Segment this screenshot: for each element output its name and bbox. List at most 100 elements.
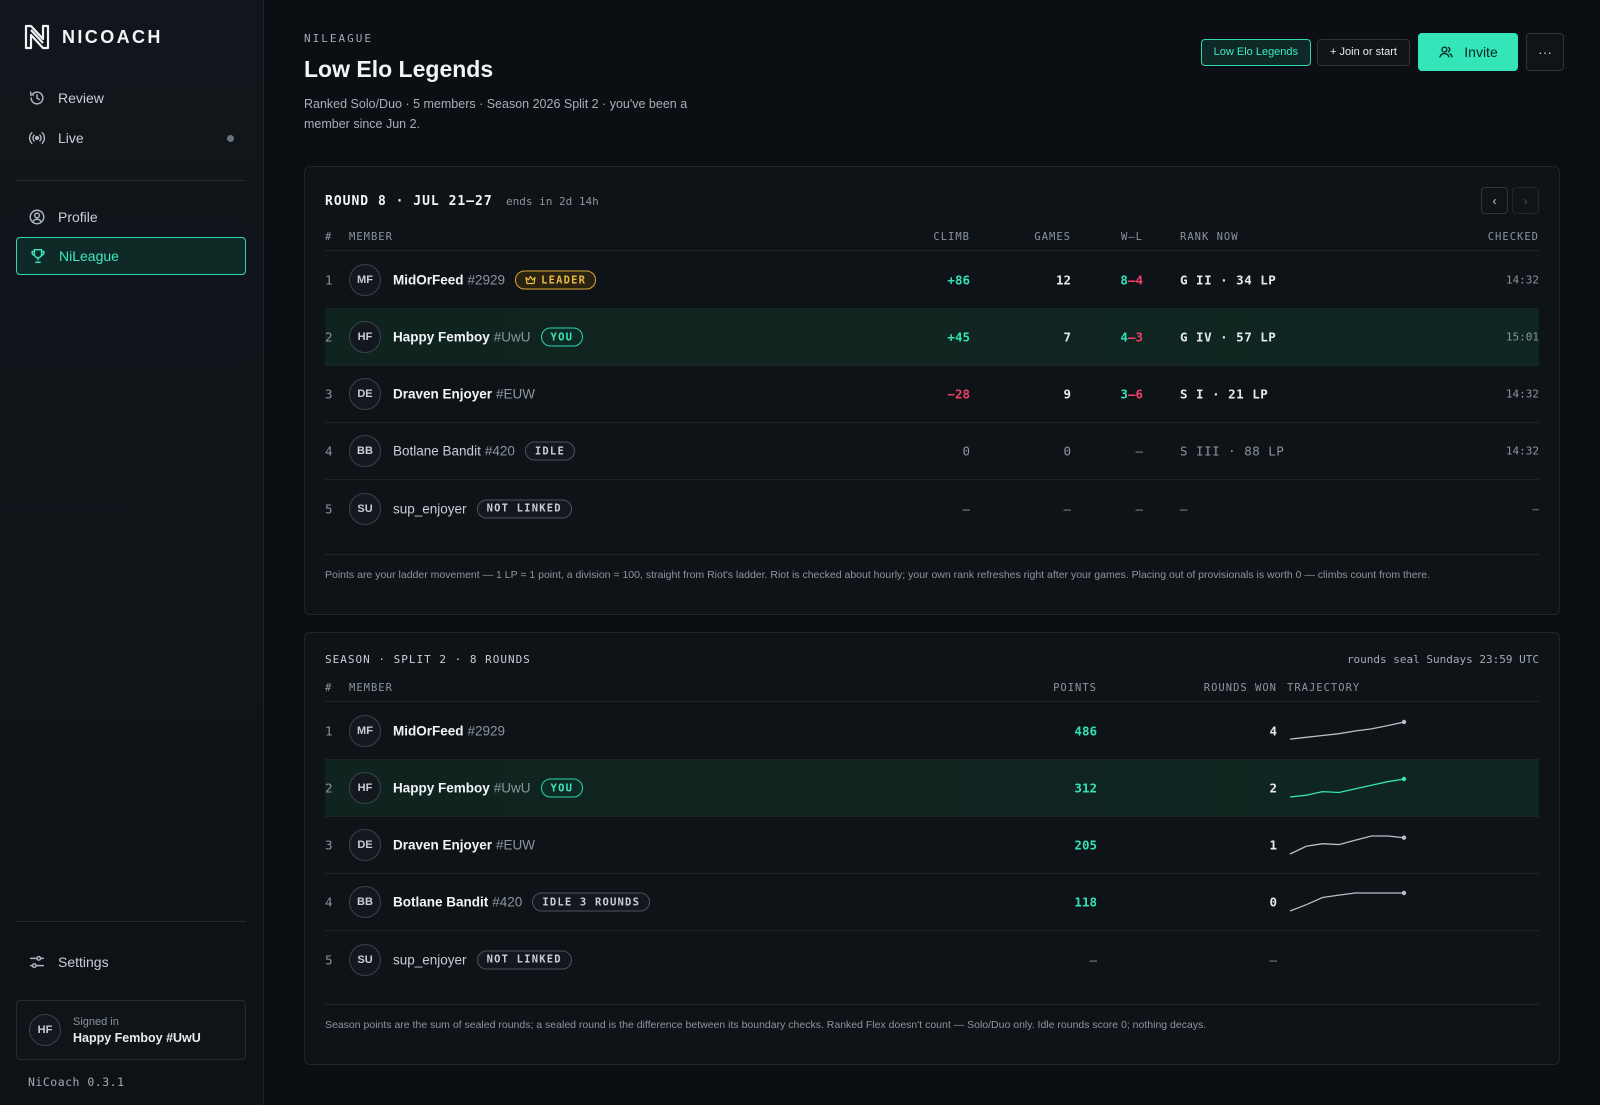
you-badge: YOU xyxy=(540,778,584,798)
trajectory-sparkline xyxy=(1289,890,1407,912)
round-footnote: Points are your ladder movement — 1 LP =… xyxy=(325,554,1539,581)
avatar: DE xyxy=(349,378,381,410)
member-name: MidOrFeed xyxy=(393,272,464,288)
member-tag: #UwU xyxy=(493,329,531,345)
member-tag: #EUW xyxy=(496,386,536,402)
round-table-header: # MEMBER CLIMB GAMES W–L RANK NOW CHECKE… xyxy=(325,231,1539,251)
member-name: Happy Femboy xyxy=(393,780,490,796)
table-row[interactable]: 3 DE Draven Enjoyer #EUW 205 1 xyxy=(325,817,1539,874)
avatar: HF xyxy=(349,772,381,804)
games-value: 12 xyxy=(1055,272,1071,288)
brand[interactable]: NICOACH xyxy=(24,24,163,50)
member-cell: MidOrFeed #2929 xyxy=(393,724,505,739)
column-header-trajectory: TRAJECTORY xyxy=(1287,682,1361,694)
column-header-rank: # xyxy=(325,682,333,694)
column-header-games: GAMES xyxy=(1034,231,1071,243)
table-row-current-user[interactable]: 2 HF Happy Femboy #UwU YOU 312 2 xyxy=(325,760,1539,817)
previous-round-button[interactable]: ‹ xyxy=(1481,187,1508,214)
column-header-member: MEMBER xyxy=(349,682,393,694)
sidebar-item-profile[interactable]: Profile xyxy=(16,198,246,236)
wl-separator: – xyxy=(1127,329,1136,345)
live-status-dot xyxy=(227,134,234,142)
app-version: NiCoach 0.3.1 xyxy=(28,1075,125,1089)
season-footnote: Season points are the sum of sealed roun… xyxy=(325,1004,1539,1031)
member-name: sup_enjoyer xyxy=(393,952,467,967)
nicoach-logo-icon xyxy=(24,24,50,50)
sparkline-path xyxy=(1289,778,1405,798)
sidebar-item-live[interactable]: Live xyxy=(16,119,246,157)
games-value: 0 xyxy=(1063,443,1071,459)
next-round-button[interactable]: › xyxy=(1512,187,1539,214)
wins-value: 3 xyxy=(1120,386,1128,402)
table-row[interactable]: 5 SU sup_enjoyer NOT LINKED – – xyxy=(325,931,1539,988)
rounds-won-value: 4 xyxy=(1269,723,1277,739)
member-cell: Botlane Bandit #420 IDLE xyxy=(393,441,575,461)
member-tag: #420 xyxy=(484,443,515,459)
table-row[interactable]: 1 MF MidOrFeed #2929 LEADER +86 12 8–4 G… xyxy=(325,252,1539,309)
join-or-start-button[interactable]: + Join or start xyxy=(1317,38,1410,66)
column-header-member: MEMBER xyxy=(349,231,393,243)
invite-button[interactable]: Invite xyxy=(1418,33,1518,71)
climb-value: +45 xyxy=(947,329,970,345)
avatar: SU xyxy=(349,492,381,525)
member-name: Draven Enjoyer xyxy=(393,837,493,853)
table-row[interactable]: 3 DE Draven Enjoyer #EUW −28 9 3–6 S I ·… xyxy=(325,366,1539,423)
column-header-wl: W–L xyxy=(1121,231,1143,243)
checked-time: 15:01 xyxy=(1505,330,1539,344)
row-rank: 5 xyxy=(325,952,333,967)
points-value: 312 xyxy=(1074,780,1097,796)
table-row-current-user[interactable]: 2 HF Happy Femboy #UwU YOU +45 7 4–3 G I… xyxy=(325,309,1539,366)
avatar: BB xyxy=(349,435,381,467)
table-row[interactable]: 5 SU sup_enjoyer NOT LINKED – – – – – xyxy=(325,480,1539,537)
wl-separator: – xyxy=(1127,386,1136,402)
page-eyebrow: NILEAGUE xyxy=(304,32,373,45)
header-actions: Low Elo Legends + Join or start Invite ·… xyxy=(1200,33,1564,71)
sliders-icon xyxy=(29,955,45,969)
column-header-rank: # xyxy=(325,231,333,243)
points-value: 118 xyxy=(1074,894,1097,910)
page-title: Low Elo Legends xyxy=(304,56,494,82)
sidebar-item-label: NiLeague xyxy=(59,248,119,264)
round-panel: ROUND 8 · JUL 21–27 ends in 2d 14h ‹ › #… xyxy=(304,166,1560,615)
wins-value: 8 xyxy=(1120,272,1128,288)
sparkline-end-point xyxy=(1401,776,1407,782)
rounds-won-value: 2 xyxy=(1269,780,1277,796)
sidebar-item-review[interactable]: Review xyxy=(16,79,246,117)
sidebar-item-nileague[interactable]: NiLeague xyxy=(16,237,246,275)
row-rank: 5 xyxy=(325,501,333,516)
sidebar-item-settings[interactable]: Settings xyxy=(16,943,246,981)
row-rank: 2 xyxy=(325,329,333,345)
win-loss-value: – xyxy=(1135,501,1143,516)
more-options-button[interactable]: ··· xyxy=(1526,33,1564,71)
climb-value: +86 xyxy=(947,272,970,288)
table-row[interactable]: 4 BB Botlane Bandit #420 IDLE 0 0 – S II… xyxy=(325,423,1539,480)
table-row[interactable]: 4 BB Botlane Bandit #420 IDLE 3 ROUNDS 1… xyxy=(325,874,1539,931)
sparkline-end-point xyxy=(1401,719,1407,725)
signed-in-user-name: Happy Femboy #UwU xyxy=(73,1030,201,1045)
history-icon xyxy=(29,91,44,105)
season-table-header: # MEMBER POINTS ROUNDS WON TRAJECTORY xyxy=(325,682,1539,702)
signed-in-user-card[interactable]: HF Signed in Happy Femboy #UwU xyxy=(16,1000,246,1060)
climb-value: 0 xyxy=(962,443,970,459)
member-cell: sup_enjoyer NOT LINKED xyxy=(393,499,572,518)
sidebar-item-label: Live xyxy=(58,130,84,146)
sidebar-item-label: Profile xyxy=(58,209,98,225)
win-loss-value: 8–4 xyxy=(1120,273,1143,288)
signed-in-label: Signed in xyxy=(73,1015,119,1028)
wins-value: 4 xyxy=(1120,329,1128,345)
sparkline-path xyxy=(1289,721,1405,740)
rounds-won-value: – xyxy=(1269,952,1277,967)
member-tag: #2929 xyxy=(467,272,506,288)
row-rank: 3 xyxy=(325,386,333,402)
win-loss-value: – xyxy=(1135,443,1143,459)
losses-value: 4 xyxy=(1135,272,1143,288)
member-tag: #420 xyxy=(492,894,523,910)
checked-time: 14:32 xyxy=(1505,387,1539,401)
league-switcher-chip[interactable]: Low Elo Legends xyxy=(1200,38,1312,66)
avatar: MF xyxy=(349,264,381,296)
brand-name: NICOACH xyxy=(62,26,163,47)
table-row[interactable]: 1 MF MidOrFeed #2929 486 4 xyxy=(325,703,1539,760)
column-header-rounds-won: ROUNDS WON xyxy=(1203,682,1277,694)
member-tag: #2929 xyxy=(467,723,506,739)
member-cell: Draven Enjoyer #EUW xyxy=(393,387,535,402)
